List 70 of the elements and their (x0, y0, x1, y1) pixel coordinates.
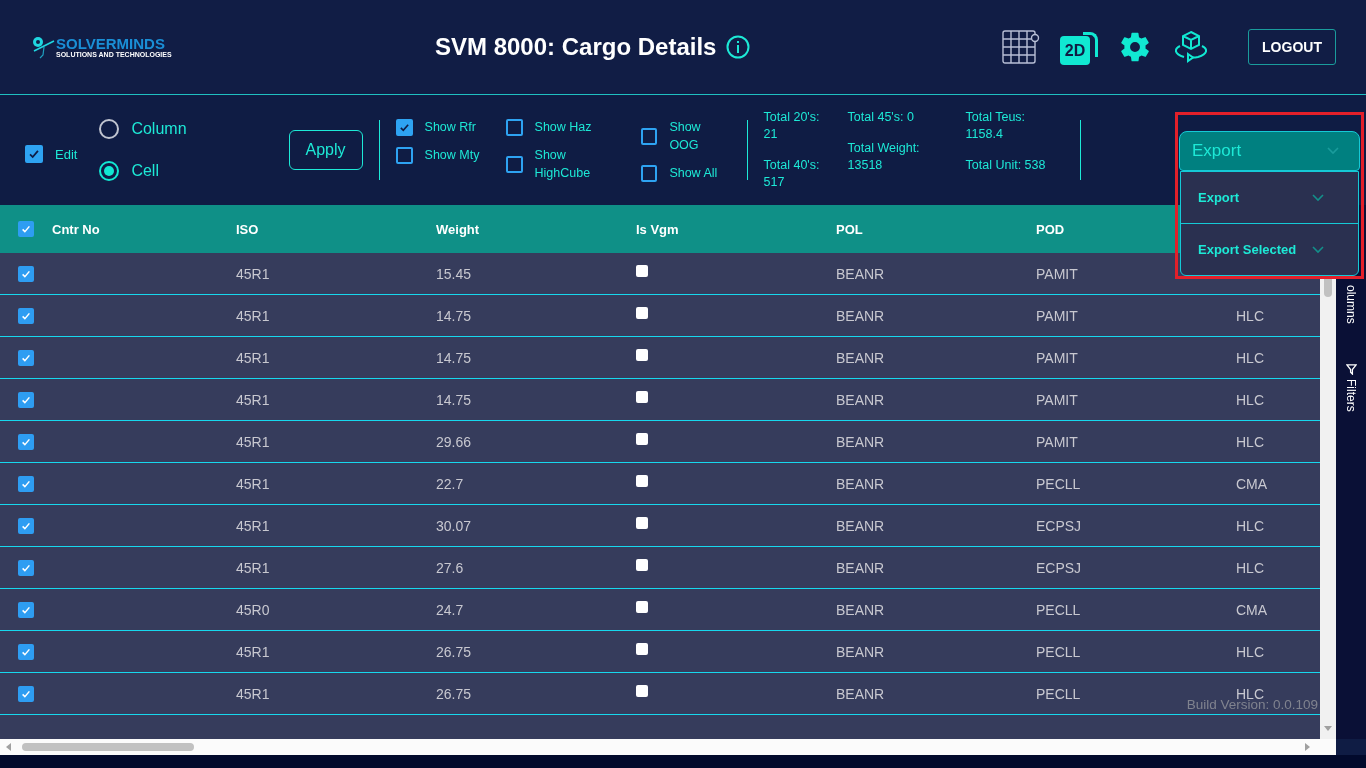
checkbox-label: Show Mty (424, 147, 481, 164)
table-cell: HLC (1236, 349, 1264, 366)
table-cell: BEANR (836, 601, 885, 618)
table-cell: 45R1 (236, 643, 270, 660)
checkbox-label: Show All (669, 165, 719, 182)
table-cell: BEANR (836, 685, 885, 702)
table-cell: 24.7 (436, 601, 464, 618)
table-cell: 26.75 (436, 643, 472, 660)
table-cell: 30.07 (436, 517, 472, 534)
table-cell: BEANR (836, 559, 885, 576)
logo-name: SOLVERMINDS (56, 35, 166, 51)
table-cell: HLC (1236, 517, 1264, 534)
table-cell: BEANR (836, 265, 885, 282)
table-cell: HLC (1236, 307, 1264, 324)
table-cell: PAMIT (1036, 391, 1078, 408)
checkbox-label: Edit (55, 146, 78, 162)
table-cell: 45R1 (236, 475, 270, 492)
table-cell: 14.75 (436, 349, 472, 366)
total-stat: Total 45's: 0 (847, 109, 915, 126)
table-cell: HLC (1236, 643, 1264, 660)
table-cell: 45R1 (236, 559, 270, 576)
table-cell: 14.75 (436, 307, 472, 324)
table-cell: 26.75 (436, 685, 472, 702)
table-cell: HLC (1236, 433, 1264, 450)
table-cell: 45R1 (236, 391, 270, 408)
table-cell: 15.45 (436, 265, 472, 282)
table-cell: CMA (1236, 475, 1268, 492)
table-cell: 45R1 (236, 265, 270, 282)
page-title: SVM 8000: Cargo Details (435, 33, 717, 61)
table-cell: PECLL (1036, 685, 1081, 702)
table-cell: 45R1 (236, 349, 270, 366)
table-cell: BEANR (836, 517, 885, 534)
table-cell: PAMIT (1036, 433, 1078, 450)
table-cell: HLC (1236, 559, 1264, 576)
table-cell: 45R1 (236, 307, 270, 324)
radio-label: Cell (131, 162, 159, 180)
table-cell: BEANR (836, 475, 885, 492)
table-cell: PECLL (1036, 475, 1081, 492)
table-cell: PECLL (1036, 643, 1081, 660)
checkbox-label: Show OOG (669, 119, 702, 154)
total-stat: Total Unit: 538 (965, 157, 1047, 174)
table-cell: PAMIT (1036, 349, 1078, 366)
total-stat: Total Weight: 13518 (847, 140, 921, 174)
table-cell: CMA (1236, 601, 1268, 618)
table-cell: BEANR (836, 643, 885, 660)
total-stat: Total 40's: 517 (763, 157, 821, 191)
table-cell: 27.6 (436, 559, 464, 576)
checkbox-label: Show Haz (534, 119, 593, 136)
table-cell: BEANR (836, 391, 885, 408)
table-cell: 29.66 (436, 433, 472, 450)
radio-label: Column (131, 120, 187, 138)
table-cell: PECLL (1036, 601, 1081, 618)
table-cell: PAMIT (1036, 265, 1078, 282)
table-cell: 45R0 (236, 601, 270, 618)
table-cell: HLC (1236, 391, 1264, 408)
table-cell: 22.7 (436, 475, 464, 492)
table-cell: PAMIT (1036, 307, 1078, 324)
table-cell: BEANR (836, 433, 885, 450)
table-cell: 45R1 (236, 685, 270, 702)
total-stat: Total 20's: 21 (763, 109, 821, 143)
table-cell: BEANR (836, 349, 885, 366)
table-cell: 14.75 (436, 391, 472, 408)
table-cell: BEANR (836, 307, 885, 324)
checkbox-label: Show Rfr (424, 119, 477, 136)
table-cell: 45R1 (236, 517, 270, 534)
table-cell: ECPSJ (1036, 559, 1082, 576)
table-cell: ECPSJ (1036, 517, 1082, 534)
checkbox-label: Show HighCube (534, 147, 592, 182)
total-stat: Total Teus: 1158.4 (965, 109, 1027, 143)
table-cell: 45R1 (236, 433, 270, 450)
